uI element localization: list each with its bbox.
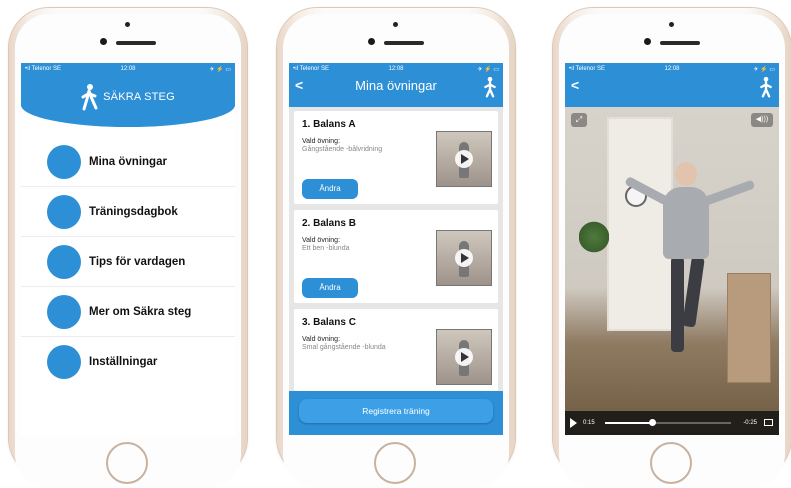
- clock-label: 12:08: [388, 66, 404, 72]
- menu-item-tips[interactable]: Tips för vardagen: [21, 237, 235, 287]
- status-bar: •ıl Telenor SE 12:08 ✈ ⚡ ▭: [289, 63, 503, 77]
- video-person-body: [663, 187, 709, 259]
- status-icons: ✈ ⚡ ▭: [477, 67, 499, 73]
- menu-bullet-icon: [47, 194, 81, 229]
- clock-label: 12:08: [664, 66, 680, 72]
- exercise-list: 1. Balans A Vald övning: Gångstående -bå…: [289, 107, 503, 415]
- phone-speaker: [116, 41, 156, 45]
- menu-item-traningsdagbok[interactable]: Träningsdagbok: [21, 187, 235, 237]
- play-icon[interactable]: [570, 418, 577, 428]
- menu-item-mina-ovningar[interactable]: Mina övningar: [21, 137, 235, 187]
- scrubber-fill: [605, 422, 653, 424]
- menu-bullet-icon: [47, 294, 81, 329]
- screen-exercises: •ıl Telenor SE 12:08 ✈ ⚡ ▭ < Mina övning…: [289, 63, 503, 435]
- screen-video: •ıl Telenor SE 12:08 ✈ ⚡ ▭ < ⤢ ◀))) 0:15…: [565, 63, 779, 435]
- app-logo: SÄKRA STEG: [21, 83, 235, 111]
- person-walking-icon: [81, 84, 98, 111]
- play-icon[interactable]: [455, 348, 473, 366]
- menu-item-label: Inställningar: [89, 355, 158, 368]
- video-thumbnail[interactable]: [436, 131, 492, 187]
- exercise-card: 3. Balans C Vald övning: Smal gångståend…: [294, 309, 498, 402]
- status-icons: ✈ ⚡ ▭: [209, 67, 231, 73]
- video-thumbnail[interactable]: [436, 329, 492, 385]
- phone-frame-2: •ıl Telenor SE 12:08 ✈ ⚡ ▭ < Mina övning…: [277, 8, 515, 488]
- phone-camera: [368, 38, 375, 45]
- status-bar: •ıl Telenor SE 12:08 ✈ ⚡ ▭: [565, 63, 779, 77]
- phone-camera: [644, 38, 651, 45]
- app-name: SÄKRA STEG: [103, 91, 175, 103]
- phone-speaker: [384, 41, 424, 45]
- video-header: •ıl Telenor SE 12:08 ✈ ⚡ ▭ <: [565, 63, 779, 107]
- page-title: Mina övningar: [355, 78, 437, 93]
- change-button[interactable]: Ändra: [302, 278, 358, 298]
- phone-frame-1: •ıl Telenor SE 12:08 ✈ ⚡ ▭ SÄKRA STEG Mi…: [9, 8, 247, 488]
- menu-item-label: Tips för vardagen: [89, 255, 186, 268]
- person-walking-icon[interactable]: [759, 76, 773, 98]
- menu-item-label: Mer om Säkra steg: [89, 305, 192, 318]
- menu-bullet-icon: [47, 144, 81, 179]
- home-button[interactable]: [650, 442, 692, 484]
- exercise-card: 1. Balans A Vald övning: Gångstående -bå…: [294, 111, 498, 204]
- phone-speaker: [660, 41, 700, 45]
- phone-sensor: [125, 22, 130, 27]
- register-training-button[interactable]: Registrera träning: [299, 399, 493, 423]
- menu-item-mer-om[interactable]: Mer om Säkra steg: [21, 287, 235, 337]
- home-header: •ıl Telenor SE 12:08 ✈ ⚡ ▭ SÄKRA STEG: [21, 63, 235, 127]
- video-scrubber[interactable]: [605, 419, 731, 426]
- video-controls: 0:15 -0:25: [565, 411, 779, 435]
- phone-frame-3: •ıl Telenor SE 12:08 ✈ ⚡ ▭ < ⤢ ◀))) 0:15…: [553, 8, 791, 488]
- phone-sensor: [669, 22, 674, 27]
- play-icon[interactable]: [455, 249, 473, 267]
- exercise-title: 2. Balans B: [302, 218, 356, 229]
- exercise-card: 2. Balans B Vald övning: Ett ben -blunda…: [294, 210, 498, 303]
- time-remaining: -0:25: [743, 420, 757, 426]
- home-button[interactable]: [374, 442, 416, 484]
- video-person-leg: [682, 256, 705, 328]
- clock-label: 12:08: [120, 66, 136, 72]
- time-elapsed: 0:15: [583, 420, 595, 426]
- home-button[interactable]: [106, 442, 148, 484]
- back-chevron-icon[interactable]: <: [571, 77, 579, 93]
- menu-item-label: Träningsdagbok: [89, 205, 178, 218]
- menu-bullet-icon: [47, 344, 81, 379]
- video-thumbnail[interactable]: [436, 230, 492, 286]
- menu-bullet-icon: [47, 244, 81, 279]
- fullscreen-icon[interactable]: [764, 419, 773, 426]
- video-scene-plant: [579, 217, 609, 257]
- scrubber-knob[interactable]: [649, 419, 657, 426]
- status-bar: •ıl Telenor SE 12:08 ✈ ⚡ ▭: [21, 63, 235, 77]
- expand-icon[interactable]: ⤢: [571, 113, 587, 127]
- person-walking-icon[interactable]: [483, 76, 497, 98]
- change-button[interactable]: Ändra: [302, 179, 358, 199]
- exercises-header: •ıl Telenor SE 12:08 ✈ ⚡ ▭ < Mina övning…: [289, 63, 503, 107]
- menu-item-label: Mina övningar: [89, 155, 167, 168]
- video-scene-cabinet: [727, 273, 771, 383]
- bottom-bar: Registrera träning: [289, 391, 503, 435]
- exercise-video[interactable]: ⤢ ◀))) 0:15 -0:25: [565, 107, 779, 435]
- phone-sensor: [393, 22, 398, 27]
- status-icons: ✈ ⚡ ▭: [753, 67, 775, 73]
- video-person-arm: [703, 179, 756, 206]
- speaker-icon[interactable]: ◀))): [751, 113, 773, 127]
- video-person-leg: [671, 257, 684, 352]
- exercise-title: 1. Balans A: [302, 119, 356, 130]
- screen-home: •ıl Telenor SE 12:08 ✈ ⚡ ▭ SÄKRA STEG Mi…: [21, 63, 235, 435]
- phone-camera: [100, 38, 107, 45]
- menu-item-installningar[interactable]: Inställningar: [21, 337, 235, 386]
- video-person-head: [675, 162, 697, 186]
- play-icon[interactable]: [455, 150, 473, 168]
- exercise-title: 3. Balans C: [302, 317, 356, 328]
